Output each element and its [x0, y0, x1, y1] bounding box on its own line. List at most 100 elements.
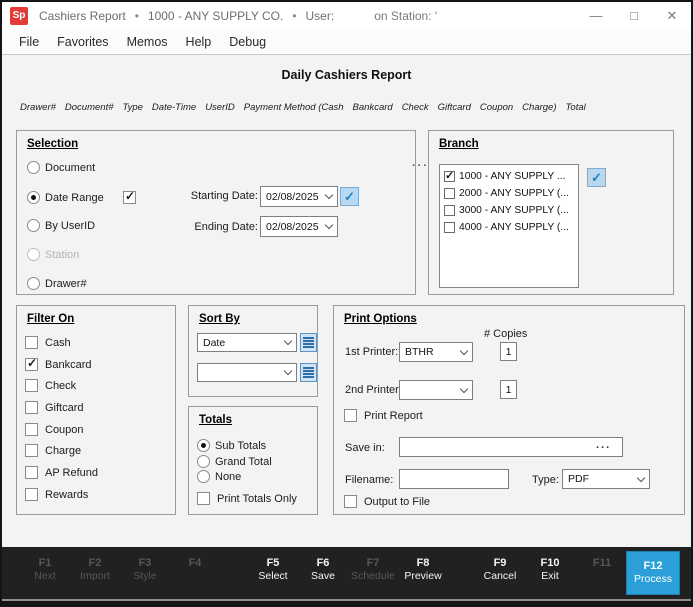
ending-date-select[interactable]: 02/08/2025 — [260, 216, 338, 237]
radio-drawer-circle[interactable] — [27, 277, 40, 290]
printer2-copies-input[interactable] — [500, 380, 517, 399]
printer1-value: BTHR — [405, 346, 434, 358]
branch-checkbox-3000[interactable] — [444, 205, 455, 216]
printer2-select[interactable] — [399, 380, 473, 400]
branch-label-1000: 1000 - ANY SUPPLY ... — [459, 171, 565, 182]
totals-groupbox: Totals Sub Totals Grand Total None Print… — [188, 406, 318, 515]
branch-confirm-button[interactable]: ✓ — [587, 168, 606, 187]
menu-memos[interactable]: Memos — [118, 35, 177, 49]
field-document: Document# — [65, 102, 114, 113]
field-total: Total — [566, 102, 586, 113]
filter-check-label: Check — [45, 380, 76, 392]
filter-bankcard-checkbox[interactable] — [25, 358, 38, 371]
f8-preview-button[interactable]: F8Preview — [395, 556, 451, 584]
filter-coupon-checkbox[interactable] — [25, 423, 38, 436]
branch-header: Branch — [439, 138, 479, 150]
sort-secondary-list-button[interactable] — [300, 363, 317, 382]
radio-drawer-label: Drawer# — [45, 278, 87, 290]
filter-cash-checkbox[interactable] — [25, 336, 38, 349]
f9-cancel-button[interactable]: F9Cancel — [472, 556, 528, 584]
filter-charge-label: Charge — [45, 445, 81, 457]
date-range-checkbox[interactable] — [123, 191, 136, 204]
menu-help[interactable]: Help — [177, 35, 221, 49]
type-select[interactable]: PDF — [562, 469, 650, 489]
sort-primary-select[interactable]: Date — [197, 333, 297, 352]
chevron-down-icon — [325, 191, 333, 199]
totals-grand-total-label: Grand Total — [215, 456, 272, 468]
f2-import-button: F2Import — [67, 556, 123, 584]
output-to-file-checkbox[interactable] — [344, 495, 357, 508]
starting-date-confirm-button[interactable]: ✓ — [340, 187, 359, 206]
window-bottom-strip — [2, 599, 691, 607]
f1-next-button: F1Next — [17, 556, 73, 584]
totals-none-radio[interactable] — [197, 470, 210, 483]
branch-item[interactable]: 1000 - ANY SUPPLY ... — [442, 168, 576, 185]
field-check: Check — [402, 102, 429, 113]
save-in-label: Save in: — [345, 442, 385, 454]
f3-style-button: F3Style — [117, 556, 173, 584]
branch-item[interactable]: 3000 - ANY SUPPLY (... — [442, 202, 576, 219]
f6-save-button[interactable]: F6Save — [295, 556, 351, 584]
radio-station-label: Station — [45, 249, 79, 261]
filename-input[interactable] — [399, 469, 509, 489]
close-icon[interactable]: ✕ — [653, 2, 691, 29]
starting-date-value: 02/08/2025 — [266, 191, 319, 203]
radio-by-userid-label: By UserID — [45, 220, 95, 232]
f4-button: F4 — [167, 556, 223, 570]
printer1-copies-input[interactable] — [500, 342, 517, 361]
filter-giftcard-checkbox[interactable] — [25, 401, 38, 414]
f10-exit-button[interactable]: F10Exit — [522, 556, 578, 584]
branch-checkbox-4000[interactable] — [444, 222, 455, 233]
filename-label: Filename: — [345, 474, 393, 486]
filter-ap-refund-label: AP Refund — [45, 467, 98, 479]
branch-checkbox-1000[interactable] — [444, 171, 455, 182]
filter-charge-checkbox[interactable] — [25, 444, 38, 457]
radio-document-circle[interactable] — [27, 161, 40, 174]
report-fields-legend: Drawer# Document# Type Date-Time UserID … — [20, 102, 586, 113]
filter-check-checkbox[interactable] — [25, 379, 38, 392]
title-station-label: on Station: ' — [374, 9, 437, 23]
totals-grand-total-radio[interactable] — [197, 455, 210, 468]
printer1-select[interactable]: BTHR — [399, 342, 473, 362]
chevron-down-icon — [325, 221, 333, 229]
branch-list[interactable]: 1000 - ANY SUPPLY ... 2000 - ANY SUPPLY … — [439, 164, 579, 288]
sort-primary-value: Date — [203, 337, 225, 349]
filter-on-header: Filter On — [27, 313, 74, 325]
page-title: Daily Cashiers Report — [2, 68, 691, 82]
menu-file[interactable]: File — [10, 35, 48, 49]
f5-select-button[interactable]: F5Select — [245, 556, 301, 584]
f7-schedule-button: F7Schedule — [345, 556, 401, 584]
save-in-input[interactable] — [399, 437, 623, 457]
minimize-icon[interactable]: — — [577, 2, 615, 29]
browse-button[interactable]: ... — [596, 439, 611, 451]
title-user-label: User: — [306, 9, 335, 23]
maximize-icon[interactable]: □ — [615, 2, 653, 29]
branch-item[interactable]: 4000 - ANY SUPPLY (... — [442, 219, 576, 236]
window-controls: — □ ✕ — [577, 2, 691, 29]
menu-favorites[interactable]: Favorites — [48, 35, 117, 49]
sort-primary-list-button[interactable] — [300, 333, 317, 352]
branch-item[interactable]: 2000 - ANY SUPPLY (... — [442, 185, 576, 202]
print-totals-only-label: Print Totals Only — [217, 493, 297, 505]
title-bar: Sp Cashiers Report • 1000 - ANY SUPPLY C… — [2, 2, 691, 29]
title-branch: 1000 - ANY SUPPLY CO. — [148, 9, 283, 23]
print-report-checkbox[interactable] — [344, 409, 357, 422]
filter-bankcard-label: Bankcard — [45, 359, 91, 371]
field-drawer: Drawer# — [20, 102, 56, 113]
chevron-down-icon — [460, 346, 468, 354]
radio-date-range-label: Date Range — [45, 192, 104, 204]
branch-checkbox-2000[interactable] — [444, 188, 455, 199]
print-options-header: Print Options — [344, 313, 417, 325]
field-coupon: Coupon — [480, 102, 513, 113]
sort-secondary-select[interactable] — [197, 363, 297, 382]
totals-sub-totals-label: Sub Totals — [215, 440, 266, 452]
f12-process-button[interactable]: F12Process — [626, 551, 680, 595]
starting-date-select[interactable]: 02/08/2025 — [260, 186, 338, 207]
filter-ap-refund-checkbox[interactable] — [25, 466, 38, 479]
radio-date-range-circle[interactable] — [27, 191, 40, 204]
menu-debug[interactable]: Debug — [220, 35, 275, 49]
filter-rewards-checkbox[interactable] — [25, 488, 38, 501]
radio-by-userid-circle[interactable] — [27, 219, 40, 232]
totals-sub-totals-radio[interactable] — [197, 439, 210, 452]
print-totals-only-checkbox[interactable] — [197, 492, 210, 505]
